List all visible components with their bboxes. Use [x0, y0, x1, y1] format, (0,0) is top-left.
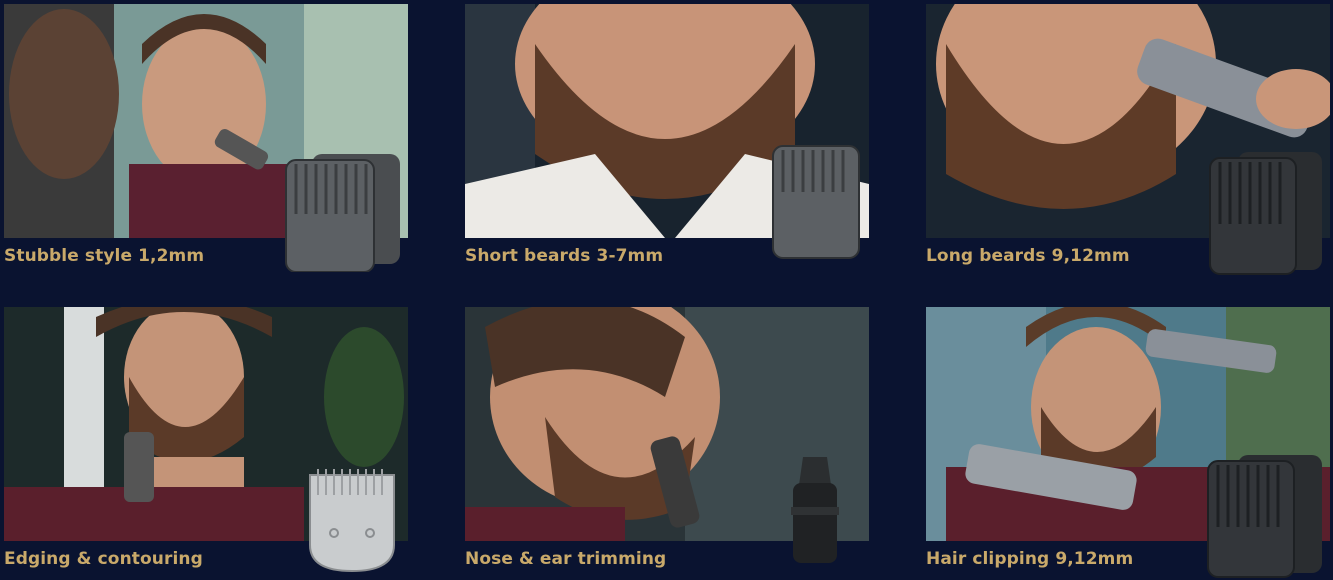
beard-comb-icon — [772, 145, 860, 259]
long-comb-icon — [1209, 152, 1322, 275]
nose-trimmer-head-icon — [791, 457, 839, 563]
caption-short-beards: Short beards 3-7mm — [465, 246, 664, 266]
caption-long-beards: Long beards 9,12mm — [926, 246, 1130, 266]
tile-stubble-style: Stubble style 1,2mm — [4, 4, 408, 272]
tile-long-beards: Long beards 9,12mm — [926, 4, 1330, 275]
hair-comb-icon — [1207, 455, 1322, 578]
caption-hair-clipping: Hair clipping 9,12mm — [926, 549, 1134, 569]
precision-trimmer-head-icon — [309, 469, 395, 573]
caption-nose-ear: Nose & ear trimming — [465, 549, 667, 569]
caption-edging-contouring: Edging & contouring — [4, 549, 203, 569]
tile-hair-clipping: Hair clipping 9,12mm — [926, 307, 1330, 578]
tile-short-beards: Short beards 3-7mm — [465, 4, 869, 266]
twin-comb-icon — [285, 154, 400, 272]
tile-edging-contouring: Edging & contouring — [4, 307, 408, 573]
caption-stubble-style: Stubble style 1,2mm — [4, 246, 205, 266]
tile-nose-ear: Nose & ear trimming — [465, 307, 869, 569]
